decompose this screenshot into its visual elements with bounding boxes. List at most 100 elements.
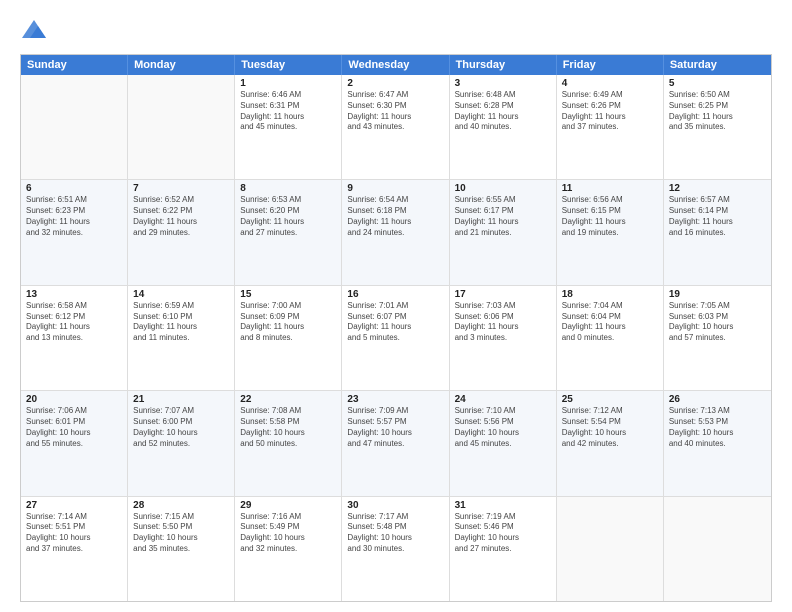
day-number: 3: [455, 78, 551, 89]
day-number: 26: [669, 394, 766, 405]
calendar-row-1: 6Sunrise: 6:51 AM Sunset: 6:23 PM Daylig…: [21, 179, 771, 284]
day-cell-24: 24Sunrise: 7:10 AM Sunset: 5:56 PM Dayli…: [450, 391, 557, 495]
calendar-row-4: 27Sunrise: 7:14 AM Sunset: 5:51 PM Dayli…: [21, 496, 771, 601]
day-cell-3: 3Sunrise: 6:48 AM Sunset: 6:28 PM Daylig…: [450, 75, 557, 179]
day-info: Sunrise: 7:19 AM Sunset: 5:46 PM Dayligh…: [455, 512, 551, 555]
day-cell-1: 1Sunrise: 6:46 AM Sunset: 6:31 PM Daylig…: [235, 75, 342, 179]
day-cell-29: 29Sunrise: 7:16 AM Sunset: 5:49 PM Dayli…: [235, 497, 342, 601]
day-cell-15: 15Sunrise: 7:00 AM Sunset: 6:09 PM Dayli…: [235, 286, 342, 390]
day-info: Sunrise: 7:15 AM Sunset: 5:50 PM Dayligh…: [133, 512, 229, 555]
day-cell-25: 25Sunrise: 7:12 AM Sunset: 5:54 PM Dayli…: [557, 391, 664, 495]
day-info: Sunrise: 6:51 AM Sunset: 6:23 PM Dayligh…: [26, 195, 122, 238]
day-cell-10: 10Sunrise: 6:55 AM Sunset: 6:17 PM Dayli…: [450, 180, 557, 284]
day-info: Sunrise: 6:54 AM Sunset: 6:18 PM Dayligh…: [347, 195, 443, 238]
day-number: 21: [133, 394, 229, 405]
day-info: Sunrise: 7:01 AM Sunset: 6:07 PM Dayligh…: [347, 301, 443, 344]
day-info: Sunrise: 6:53 AM Sunset: 6:20 PM Dayligh…: [240, 195, 336, 238]
weekday-header-wednesday: Wednesday: [342, 55, 449, 75]
day-info: Sunrise: 6:52 AM Sunset: 6:22 PM Dayligh…: [133, 195, 229, 238]
day-info: Sunrise: 7:17 AM Sunset: 5:48 PM Dayligh…: [347, 512, 443, 555]
calendar: SundayMondayTuesdayWednesdayThursdayFrid…: [20, 54, 772, 602]
day-number: 23: [347, 394, 443, 405]
day-cell-7: 7Sunrise: 6:52 AM Sunset: 6:22 PM Daylig…: [128, 180, 235, 284]
calendar-row-2: 13Sunrise: 6:58 AM Sunset: 6:12 PM Dayli…: [21, 285, 771, 390]
day-cell-11: 11Sunrise: 6:56 AM Sunset: 6:15 PM Dayli…: [557, 180, 664, 284]
day-info: Sunrise: 6:57 AM Sunset: 6:14 PM Dayligh…: [669, 195, 766, 238]
day-cell-27: 27Sunrise: 7:14 AM Sunset: 5:51 PM Dayli…: [21, 497, 128, 601]
day-number: 16: [347, 289, 443, 300]
logo: [20, 16, 52, 44]
day-cell-31: 31Sunrise: 7:19 AM Sunset: 5:46 PM Dayli…: [450, 497, 557, 601]
calendar-row-0: 1Sunrise: 6:46 AM Sunset: 6:31 PM Daylig…: [21, 75, 771, 179]
empty-cell: [21, 75, 128, 179]
calendar-row-3: 20Sunrise: 7:06 AM Sunset: 6:01 PM Dayli…: [21, 390, 771, 495]
empty-cell: [664, 497, 771, 601]
logo-icon: [20, 16, 48, 44]
day-info: Sunrise: 7:04 AM Sunset: 6:04 PM Dayligh…: [562, 301, 658, 344]
day-number: 31: [455, 500, 551, 511]
day-info: Sunrise: 6:49 AM Sunset: 6:26 PM Dayligh…: [562, 90, 658, 133]
day-info: Sunrise: 7:06 AM Sunset: 6:01 PM Dayligh…: [26, 406, 122, 449]
day-cell-6: 6Sunrise: 6:51 AM Sunset: 6:23 PM Daylig…: [21, 180, 128, 284]
day-number: 20: [26, 394, 122, 405]
day-info: Sunrise: 7:14 AM Sunset: 5:51 PM Dayligh…: [26, 512, 122, 555]
weekday-header-monday: Monday: [128, 55, 235, 75]
weekday-header-saturday: Saturday: [664, 55, 771, 75]
day-info: Sunrise: 7:13 AM Sunset: 5:53 PM Dayligh…: [669, 406, 766, 449]
day-info: Sunrise: 6:56 AM Sunset: 6:15 PM Dayligh…: [562, 195, 658, 238]
day-info: Sunrise: 7:10 AM Sunset: 5:56 PM Dayligh…: [455, 406, 551, 449]
day-number: 1: [240, 78, 336, 89]
day-info: Sunrise: 7:07 AM Sunset: 6:00 PM Dayligh…: [133, 406, 229, 449]
day-cell-4: 4Sunrise: 6:49 AM Sunset: 6:26 PM Daylig…: [557, 75, 664, 179]
day-info: Sunrise: 6:59 AM Sunset: 6:10 PM Dayligh…: [133, 301, 229, 344]
day-number: 13: [26, 289, 122, 300]
day-cell-5: 5Sunrise: 6:50 AM Sunset: 6:25 PM Daylig…: [664, 75, 771, 179]
day-info: Sunrise: 7:12 AM Sunset: 5:54 PM Dayligh…: [562, 406, 658, 449]
day-info: Sunrise: 6:58 AM Sunset: 6:12 PM Dayligh…: [26, 301, 122, 344]
day-cell-30: 30Sunrise: 7:17 AM Sunset: 5:48 PM Dayli…: [342, 497, 449, 601]
day-cell-16: 16Sunrise: 7:01 AM Sunset: 6:07 PM Dayli…: [342, 286, 449, 390]
day-cell-8: 8Sunrise: 6:53 AM Sunset: 6:20 PM Daylig…: [235, 180, 342, 284]
day-number: 24: [455, 394, 551, 405]
day-cell-9: 9Sunrise: 6:54 AM Sunset: 6:18 PM Daylig…: [342, 180, 449, 284]
weekday-header-friday: Friday: [557, 55, 664, 75]
day-number: 12: [669, 183, 766, 194]
day-number: 4: [562, 78, 658, 89]
day-cell-14: 14Sunrise: 6:59 AM Sunset: 6:10 PM Dayli…: [128, 286, 235, 390]
day-number: 22: [240, 394, 336, 405]
day-number: 18: [562, 289, 658, 300]
day-cell-17: 17Sunrise: 7:03 AM Sunset: 6:06 PM Dayli…: [450, 286, 557, 390]
day-cell-26: 26Sunrise: 7:13 AM Sunset: 5:53 PM Dayli…: [664, 391, 771, 495]
day-number: 10: [455, 183, 551, 194]
day-number: 6: [26, 183, 122, 194]
day-number: 19: [669, 289, 766, 300]
day-info: Sunrise: 7:05 AM Sunset: 6:03 PM Dayligh…: [669, 301, 766, 344]
day-cell-18: 18Sunrise: 7:04 AM Sunset: 6:04 PM Dayli…: [557, 286, 664, 390]
day-number: 8: [240, 183, 336, 194]
day-number: 2: [347, 78, 443, 89]
weekday-header-sunday: Sunday: [21, 55, 128, 75]
day-number: 11: [562, 183, 658, 194]
day-cell-13: 13Sunrise: 6:58 AM Sunset: 6:12 PM Dayli…: [21, 286, 128, 390]
calendar-header: SundayMondayTuesdayWednesdayThursdayFrid…: [21, 55, 771, 75]
day-cell-23: 23Sunrise: 7:09 AM Sunset: 5:57 PM Dayli…: [342, 391, 449, 495]
day-number: 5: [669, 78, 766, 89]
day-number: 30: [347, 500, 443, 511]
day-info: Sunrise: 7:09 AM Sunset: 5:57 PM Dayligh…: [347, 406, 443, 449]
day-number: 28: [133, 500, 229, 511]
weekday-header-thursday: Thursday: [450, 55, 557, 75]
day-cell-22: 22Sunrise: 7:08 AM Sunset: 5:58 PM Dayli…: [235, 391, 342, 495]
day-info: Sunrise: 6:55 AM Sunset: 6:17 PM Dayligh…: [455, 195, 551, 238]
day-cell-19: 19Sunrise: 7:05 AM Sunset: 6:03 PM Dayli…: [664, 286, 771, 390]
day-cell-28: 28Sunrise: 7:15 AM Sunset: 5:50 PM Dayli…: [128, 497, 235, 601]
page: SundayMondayTuesdayWednesdayThursdayFrid…: [0, 0, 792, 612]
day-number: 9: [347, 183, 443, 194]
empty-cell: [128, 75, 235, 179]
day-info: Sunrise: 6:47 AM Sunset: 6:30 PM Dayligh…: [347, 90, 443, 133]
header: [20, 16, 772, 44]
empty-cell: [557, 497, 664, 601]
day-info: Sunrise: 7:03 AM Sunset: 6:06 PM Dayligh…: [455, 301, 551, 344]
day-cell-12: 12Sunrise: 6:57 AM Sunset: 6:14 PM Dayli…: [664, 180, 771, 284]
day-info: Sunrise: 6:50 AM Sunset: 6:25 PM Dayligh…: [669, 90, 766, 133]
day-number: 14: [133, 289, 229, 300]
